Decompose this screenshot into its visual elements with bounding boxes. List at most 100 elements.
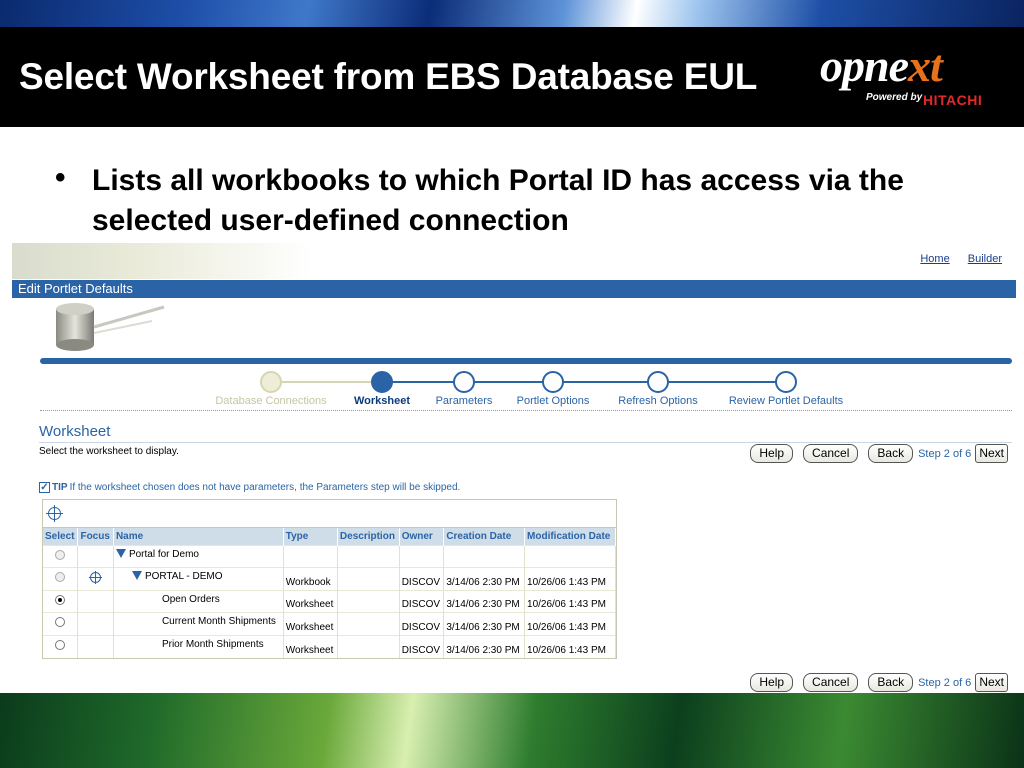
bullet-dot: • (55, 161, 66, 194)
modification-date-cell (524, 544, 616, 568)
table-row: Portal for Demo (43, 544, 616, 568)
creation-date-cell: 3/14/06 2:30 PM (443, 567, 526, 590)
type-cell: Worksheet (283, 612, 338, 635)
worksheet-table: Select Focus Name Type Description Owner Creat… (42, 499, 617, 659)
row-name: Current Month Shipments (161, 616, 276, 627)
creation-date-cell: 3/14/06 2:30 PM (443, 589, 526, 613)
owner-cell: DISCOV (399, 567, 445, 590)
expand-toggle-icon[interactable] (131, 571, 142, 580)
train-step-label: Database Connections (215, 395, 327, 407)
slide-title: Select Worksheet from EBS Database EUL (19, 56, 758, 97)
step-train: Database Connections Worksheet Parameters P… (12, 369, 1016, 411)
description-cell (337, 544, 400, 568)
select-radio (55, 572, 66, 583)
row-name: Prior Month Shipments (161, 638, 264, 650)
table-body: Portal for Demo PORTAL - DEMO Workbook DISC… (43, 544, 616, 658)
top-button-bar: Help Cancel Back Step 2 of 6 Next (750, 444, 1008, 463)
train-connector (658, 381, 786, 383)
focus-cell (77, 612, 114, 635)
cancel-button[interactable]: Cancel (803, 444, 859, 463)
row-name: Open Orders (161, 593, 220, 605)
focus-cell (77, 634, 114, 658)
type-cell: Worksheet (283, 589, 338, 613)
bullet-text: Lists all workbooks to which Portal ID h… (92, 164, 904, 237)
train-step-label: Portlet Options (516, 395, 590, 407)
portlet-title: Edit Portlet Defaults (18, 281, 133, 296)
builder-link[interactable]: Builder (968, 253, 1002, 265)
owner-cell: DISCOV (399, 612, 445, 635)
select-cell (43, 544, 79, 568)
row-name: PORTAL - DEMO (144, 571, 223, 582)
portlet-title-bar: Edit Portlet Defaults (12, 280, 1016, 298)
focus-cell (77, 544, 114, 568)
modification-date-cell: 10/26/06 1:43 PM (524, 567, 616, 590)
cancel-button-bottom[interactable]: Cancel (803, 673, 859, 692)
train-divider (40, 410, 1012, 411)
name-cell: PORTAL - DEMO (113, 567, 284, 590)
train-step-node (453, 371, 475, 393)
select-radio[interactable] (55, 594, 66, 605)
owner-cell (399, 544, 445, 568)
header-divider (40, 358, 1012, 364)
back-button-bottom[interactable]: Back (868, 673, 914, 692)
top-decorative-band (0, 0, 1024, 27)
train-connector (464, 381, 553, 383)
focus-icon[interactable] (89, 570, 103, 584)
creation-date-cell (443, 544, 526, 568)
bottom-button-bar: Help Cancel Back Step 2 of 6 Next (750, 673, 1008, 692)
name-cell: Portal for Demo (113, 544, 284, 568)
logo-word: opnext (820, 40, 943, 91)
name-cell: Current Month Shipments (113, 612, 284, 635)
description-cell (337, 612, 400, 635)
train-step-node (542, 371, 564, 393)
train-step-label: Worksheet (353, 395, 411, 407)
table-row: Prior Month Shipments Worksheet DISCOV 3/14… (43, 634, 616, 658)
modification-date-cell: 10/26/06 1:43 PM (524, 612, 616, 635)
select-radio[interactable] (55, 640, 66, 650)
table-row: Current Month Shipments Worksheet DISCOV 3/… (43, 612, 616, 635)
focus-cell (77, 589, 114, 613)
train-step-node[interactable] (260, 371, 282, 393)
help-button-bottom[interactable]: Help (750, 673, 794, 692)
focus-cell (77, 567, 114, 590)
step-indicator-bottom: Step 2 of 6 (918, 676, 972, 689)
train-connector (271, 381, 382, 383)
table-header-row: Select Focus Name Type Description Owner Creat… (43, 528, 616, 545)
modification-date-cell: 10/26/06 1:43 PM (524, 589, 616, 613)
column-header: Modification Date (524, 528, 616, 545)
help-button[interactable]: Help (750, 444, 794, 463)
tip-label: TIP (52, 482, 68, 493)
train-step-node[interactable] (371, 371, 393, 393)
name-cell: Prior Month Shipments (113, 634, 284, 658)
column-header: Name (113, 528, 284, 545)
tip-row: ✓ TIP If the worksheet chosen does not h… (39, 482, 460, 493)
portal-screenshot: Home Builder Edit Portlet Defaults Datab… (12, 243, 1016, 695)
select-cell (43, 612, 79, 635)
tip-check-icon: ✓ (39, 482, 50, 493)
modification-date-cell: 10/26/06 1:43 PM (524, 634, 616, 658)
table-toolbar (43, 500, 616, 528)
train-step-node (647, 371, 669, 393)
description-cell (337, 589, 400, 613)
select-radio (55, 549, 66, 560)
column-header: Type (283, 528, 338, 545)
train-step-label: Parameters (435, 395, 493, 407)
column-header: Focus (77, 528, 114, 545)
select-cell (43, 589, 79, 613)
train-connector (382, 381, 464, 383)
instruction-text: Select the worksheet to display. (39, 446, 179, 457)
select-radio[interactable] (55, 617, 66, 628)
train-connector (553, 381, 658, 383)
logo-powered-by: Powered by (866, 92, 923, 103)
next-button[interactable]: Next (975, 444, 1008, 463)
train-step-node (775, 371, 797, 393)
column-header: Owner (399, 528, 445, 545)
focus-crosshair-icon[interactable] (46, 505, 63, 522)
back-button[interactable]: Back (868, 444, 914, 463)
home-link[interactable]: Home (920, 253, 949, 265)
next-button-bottom[interactable]: Next (975, 673, 1008, 692)
global-links: Home Builder (905, 253, 1002, 265)
expand-toggle-icon[interactable] (115, 548, 126, 558)
select-cell (43, 567, 79, 590)
name-cell: Open Orders (113, 589, 284, 613)
